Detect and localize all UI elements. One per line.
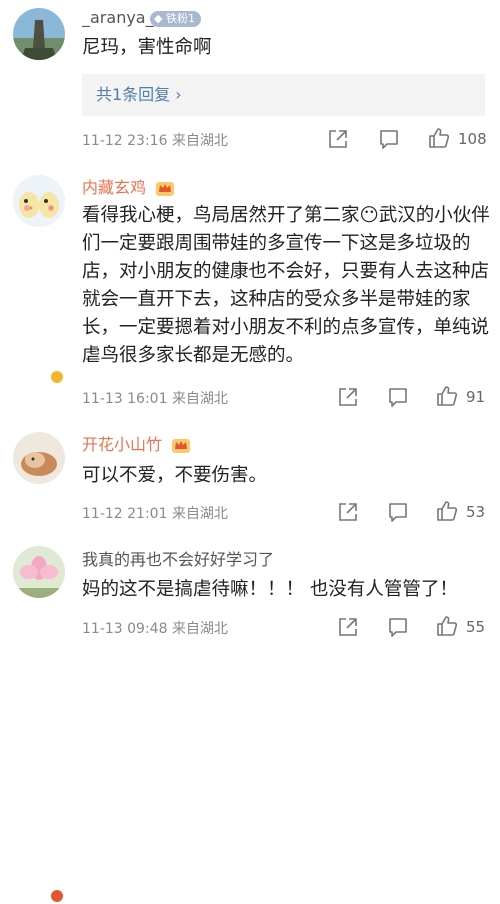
view-replies-link[interactable]: 共1条回复 › xyxy=(96,74,182,116)
comment-location: 来自湖北 xyxy=(171,506,228,522)
share-icon[interactable] xyxy=(337,386,359,408)
comment-time: 11-12 21:01 xyxy=(82,506,168,522)
comment-time: 11-13 09:48 xyxy=(82,621,168,637)
comment-icon[interactable] xyxy=(387,501,409,523)
comment-location: 来自湖北 xyxy=(171,621,228,637)
comment-location: 来自湖北 xyxy=(171,391,228,407)
fan-badge: ◆ 铁粉1 xyxy=(150,11,201,27)
reply-box[interactable]: 共1条回复 › xyxy=(82,74,485,116)
comment-meta: 11-12 23:16 来自湖北 xyxy=(82,130,228,150)
like-count: 53 xyxy=(466,503,486,521)
fan-badge-label: 铁粉1 xyxy=(165,12,195,25)
username[interactable]: _aranya_ xyxy=(82,8,154,28)
like-icon[interactable] xyxy=(428,127,450,149)
diamond-icon: ◆ xyxy=(154,12,163,25)
comment-meta: 11-12 21:01 来自湖北 xyxy=(82,503,228,523)
comment-meta: 11-13 09:48 来自湖北 xyxy=(82,618,228,638)
verified-badge-icon xyxy=(49,888,65,904)
like-icon[interactable] xyxy=(436,500,458,522)
comment-location: 来自湖北 xyxy=(171,133,228,149)
view-replies-label: 共1条回复 xyxy=(96,85,171,104)
share-icon[interactable] xyxy=(327,128,349,150)
avatar[interactable] xyxy=(13,546,65,598)
chevron-right-icon: › xyxy=(175,85,182,104)
share-icon[interactable] xyxy=(337,616,359,638)
like-icon[interactable] xyxy=(436,615,458,637)
like-count: 108 xyxy=(458,130,487,148)
username[interactable]: 内藏玄鸡 xyxy=(82,178,146,198)
like-count: 91 xyxy=(466,388,486,406)
comment-item: 内藏玄鸡 看得我心梗，鸟局居然开了第二家😶武汉的小伙伴们一定要跟周围带娃的多宣传… xyxy=(0,160,500,420)
comment-time: 11-13 16:01 xyxy=(82,391,168,407)
username[interactable]: 开花小山竹 xyxy=(82,435,162,455)
comment-text: 尼玛，害性命啊 xyxy=(82,37,212,58)
crown-icon xyxy=(172,439,190,453)
avatar[interactable] xyxy=(13,432,65,484)
comment-text: 妈的这不是搞虐待嘛！！！ 也没有人管管了！ xyxy=(82,579,458,600)
comment-icon[interactable] xyxy=(387,616,409,638)
comment-meta: 11-13 16:01 来自湖北 xyxy=(82,388,228,408)
share-icon[interactable] xyxy=(337,501,359,523)
comment-icon[interactable] xyxy=(378,128,400,150)
comment-item: _aranya_ ◆ 铁粉1 尼玛，害性命啊 共1条回复 › 11-12 23:… xyxy=(0,0,500,160)
comment-item: 开花小山竹 可以不爱，不要伤害。 11-12 21:01 来自湖北 53 xyxy=(0,420,500,904)
username[interactable]: 我真的再也不会好好学习了 xyxy=(82,550,274,570)
comment-item: 我真的再也不会好好学习了 妈的这不是搞虐待嘛！！！ 也没有人管管了！ 11-13… xyxy=(0,530,500,638)
avatar[interactable] xyxy=(13,8,65,60)
crown-icon xyxy=(156,182,174,196)
comment-time: 11-12 23:16 xyxy=(82,133,168,149)
comment-text: 看得我心梗，鸟局居然开了第二家😶武汉的小伙伴们一定要跟周围带娃的多宣传一下这是多… xyxy=(82,205,490,366)
comment-icon[interactable] xyxy=(387,386,409,408)
like-icon[interactable] xyxy=(436,385,458,407)
like-count: 55 xyxy=(466,618,486,636)
avatar[interactable] xyxy=(13,175,65,227)
comment-text: 可以不爱，不要伤害。 xyxy=(82,465,268,486)
verified-badge-icon xyxy=(49,369,65,385)
